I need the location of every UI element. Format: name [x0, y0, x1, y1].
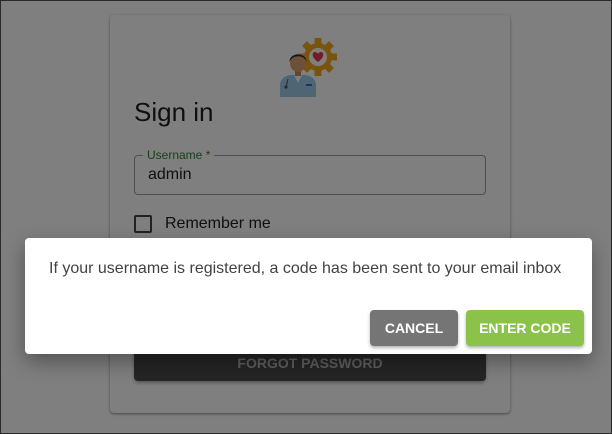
- cancel-button[interactable]: CANCEL: [370, 310, 458, 346]
- enter-code-button[interactable]: ENTER CODE: [466, 310, 584, 346]
- modal-backdrop[interactable]: [0, 0, 612, 434]
- dialog-message: If your username is registered, a code h…: [49, 260, 562, 277]
- code-sent-dialog: If your username is registered, a code h…: [25, 238, 592, 354]
